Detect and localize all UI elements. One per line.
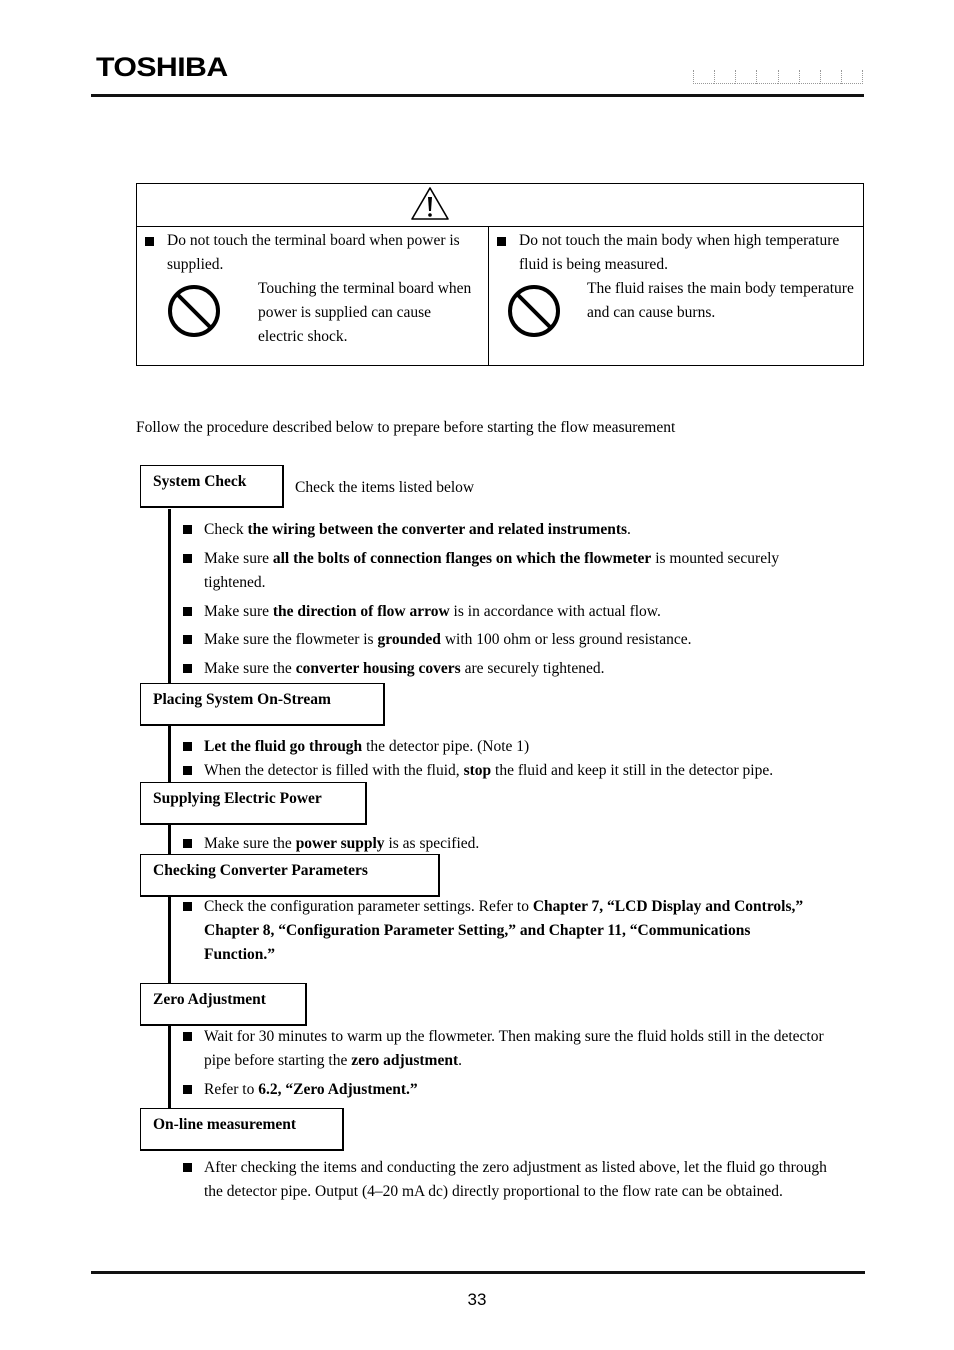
item-text: When the detector is filled with the flu… xyxy=(204,762,464,779)
bullet-icon xyxy=(183,607,192,616)
item-text: Refer to xyxy=(204,1081,259,1098)
item-text: Make sure xyxy=(204,550,273,567)
bullet-icon xyxy=(183,766,192,775)
footer-rule xyxy=(91,1271,865,1274)
item-text: is in accordance with actual flow. xyxy=(449,603,661,620)
caution-cell-electric-shock: Do not touch the terminal board when pow… xyxy=(137,227,489,365)
emphasis-text: grounded xyxy=(377,631,441,648)
warning-triangle-icon xyxy=(411,187,449,220)
flow-connector xyxy=(168,897,171,983)
emphasis-text: the direction of flow arrow xyxy=(272,603,450,620)
item-text: is as specified. xyxy=(384,835,480,852)
item-text: Check xyxy=(204,521,248,538)
bullet-icon xyxy=(183,525,192,534)
prohibition-icon xyxy=(168,285,220,337)
item-text: the detector pipe. (Note 1) xyxy=(362,738,530,755)
step-note: Check the items listed below xyxy=(295,479,475,496)
header-rule xyxy=(91,94,864,97)
item-text: Make sure the flowmeter is xyxy=(204,631,378,648)
caution-statement: Do not touch the main body when high tem… xyxy=(519,232,840,273)
flow-connector xyxy=(168,726,171,782)
document-number-boxes xyxy=(693,70,863,84)
bullet-icon xyxy=(183,742,192,751)
bullet-icon xyxy=(183,1085,192,1094)
emphasis-text: zero adjustment xyxy=(351,1052,459,1069)
step-checking-parameters: Checking Converter Parameters xyxy=(140,854,440,897)
flow-connector xyxy=(168,825,171,854)
emphasis-text: the wiring between the converter and rel… xyxy=(247,521,628,538)
page-number: 33 xyxy=(467,1290,487,1309)
toshiba-logo: TOSHIBA xyxy=(96,52,228,82)
item-text: Check the configuration parameter settin… xyxy=(204,898,533,915)
caution-description: Touching the terminal board when power i… xyxy=(258,280,472,345)
emphasis-text: 6.2, “Zero Adjustment.” xyxy=(258,1081,418,1098)
flow-connector xyxy=(168,1025,171,1108)
step-online-measurement: On-line measurement xyxy=(140,1108,344,1151)
intro-text: Follow the procedure described below to … xyxy=(136,419,676,436)
step-zero-adjustment: Zero Adjustment xyxy=(140,983,307,1026)
bullet-icon xyxy=(145,237,154,246)
step-placing-on-stream: Placing System On-Stream xyxy=(140,683,385,726)
flow-connector xyxy=(168,509,171,683)
item-text: After checking the items and conducting … xyxy=(204,1159,827,1200)
bullet-icon xyxy=(183,554,192,563)
caution-cell-burns: Do not touch the main body when high tem… xyxy=(489,227,863,365)
bullet-icon xyxy=(497,237,506,246)
emphasis-text: converter housing covers xyxy=(295,660,461,677)
bullet-icon xyxy=(183,839,192,848)
bullet-icon xyxy=(183,1163,192,1172)
item-text: . xyxy=(458,1052,462,1069)
caution-description: The fluid raises the main body temperatu… xyxy=(587,280,854,321)
item-text: with 100 ohm or less ground resistance. xyxy=(440,631,692,648)
step-supplying-power: Supplying Electric Power xyxy=(140,782,367,825)
emphasis-text: stop xyxy=(463,762,492,779)
caution-table: Do not touch the terminal board when pow… xyxy=(136,183,864,366)
prohibition-icon xyxy=(508,285,560,337)
emphasis-text: Let the fluid go through xyxy=(204,738,363,755)
item-text: Wait for 30 minutes to warm up the flowm… xyxy=(204,1028,824,1069)
emphasis-text: all the bolts of connection flanges on w… xyxy=(272,550,652,567)
item-text: Make sure the xyxy=(204,660,296,677)
caution-header xyxy=(137,184,863,227)
item-text: the fluid and keep it still in the detec… xyxy=(491,762,774,779)
emphasis-text: power supply xyxy=(295,835,385,852)
item-text: are securely tightened. xyxy=(460,660,605,677)
item-text: . xyxy=(627,521,631,538)
bullet-icon xyxy=(183,902,192,911)
caution-statement: Do not touch the terminal board when pow… xyxy=(167,232,460,273)
bullet-icon xyxy=(183,635,192,644)
item-text: Make sure the xyxy=(204,835,296,852)
bullet-icon xyxy=(183,664,192,673)
step-system-check: System Check xyxy=(140,465,284,508)
bullet-icon xyxy=(183,1032,192,1041)
item-text: Make sure xyxy=(204,603,273,620)
